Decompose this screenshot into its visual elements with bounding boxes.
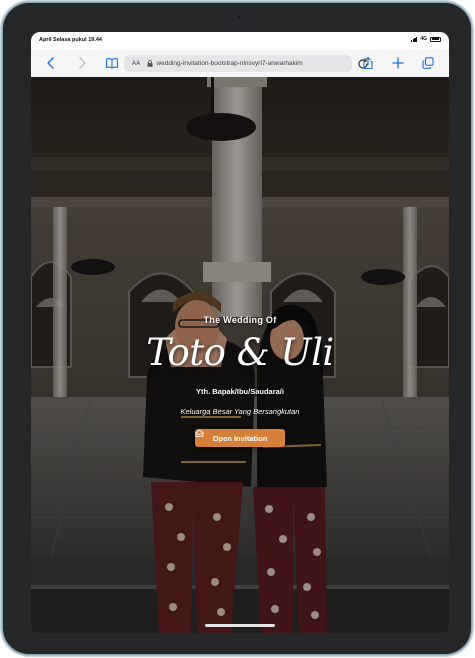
bookmarks-icon <box>105 58 119 69</box>
back-icon <box>47 57 54 69</box>
envelope-open-icon <box>195 429 204 437</box>
front-camera <box>237 14 242 19</box>
forward-icon <box>79 57 86 69</box>
status-bar: April Selasa pukul 19.44 4G <box>31 32 449 50</box>
share-button[interactable] <box>360 55 376 71</box>
tablet-frame: April Selasa pukul 19.44 4G AA wedding-i… <box>3 3 471 654</box>
text-size-button[interactable]: AA <box>132 61 140 67</box>
battery-icon <box>430 36 441 42</box>
forward-button[interactable] <box>74 55 90 71</box>
network-label: 4G <box>420 36 427 42</box>
bookmarks-button[interactable] <box>104 55 120 71</box>
share-icon <box>363 56 373 70</box>
address-bar[interactable]: AA wedding-invitation-bootstrap-nlnsvyrl… <box>124 55 352 72</box>
plus-icon <box>392 57 404 69</box>
hero-section: The Wedding Of Toto & Uli Yth. Bapak/Ibu… <box>31 77 449 633</box>
home-indicator[interactable] <box>205 624 275 627</box>
url-text: wedding-invitation-bootstrap-nlnsvyrl7-a… <box>156 60 303 67</box>
invitation-cover: The Wedding Of Toto & Uli Yth. Bapak/Ibu… <box>31 77 449 633</box>
new-tab-button[interactable] <box>390 55 406 71</box>
back-button[interactable] <box>43 55 59 71</box>
status-indicators: 4G <box>410 36 441 42</box>
guest-name: Keluarga Besar Yang Bersangkutan <box>180 407 300 416</box>
tabs-icon <box>422 57 434 69</box>
screen: April Selasa pukul 19.44 4G AA wedding-i… <box>31 32 449 633</box>
couple-names: Toto & Uli <box>146 331 334 374</box>
tabs-button[interactable] <box>420 55 436 71</box>
lock-icon <box>147 60 153 67</box>
status-time: April Selasa pukul 19.44 <box>39 37 102 43</box>
guest-salutation: Yth. Bapak/Ibu/Saudara/i <box>196 387 284 396</box>
wedding-eyebrow: The Wedding Of <box>203 315 277 325</box>
open-invitation-label: Open Invitation <box>212 433 268 443</box>
browser-toolbar: AA wedding-invitation-bootstrap-nlnsvyrl… <box>31 50 449 78</box>
signal-icon <box>410 37 418 42</box>
open-invitation-button[interactable]: Open Invitation <box>195 429 285 447</box>
